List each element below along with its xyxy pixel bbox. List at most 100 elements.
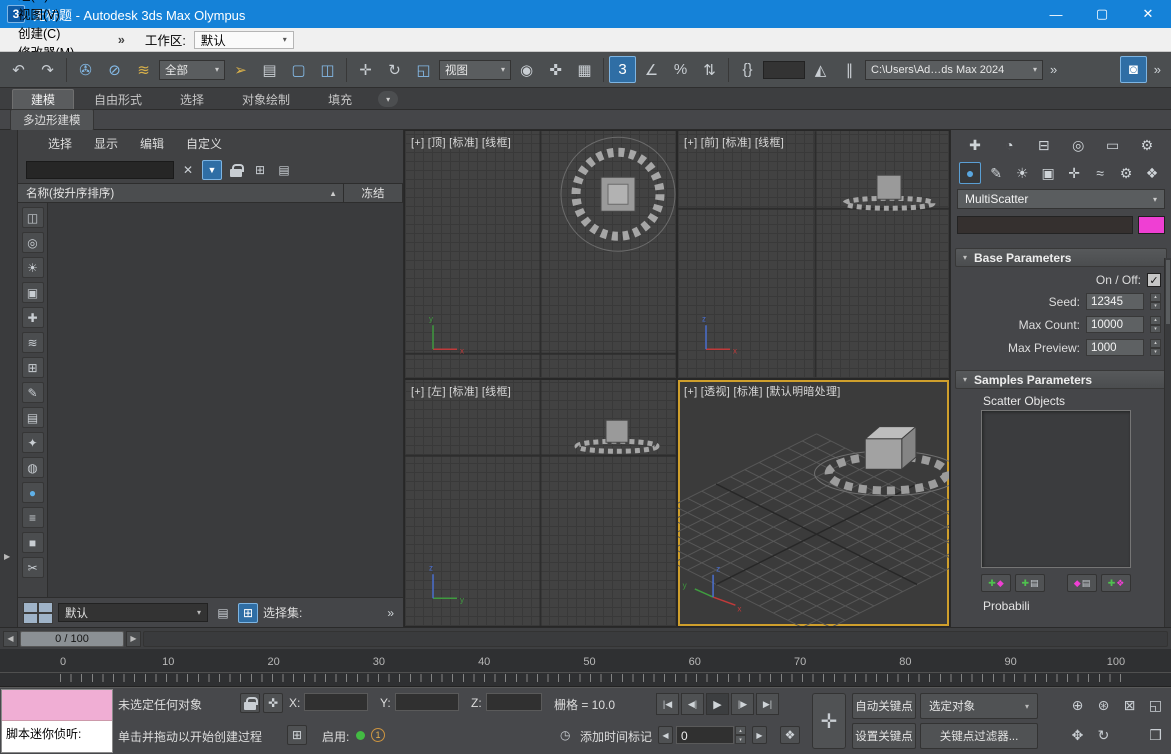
menu-overflow-icon[interactable]: » <box>108 33 135 47</box>
create-category-icon[interactable]: ≈ <box>1089 162 1111 184</box>
absolute-mode-icon[interactable]: ✜ <box>263 693 283 713</box>
viewport-front[interactable]: [+] [前] [标准] [线框] x z <box>678 131 949 378</box>
filter-funnel-icon[interactable]: ▼ <box>202 160 222 180</box>
toolbar-overflow-icon[interactable]: » <box>1045 62 1062 77</box>
ribbon-tab[interactable]: 对象绘制 <box>224 89 308 109</box>
viewport-left-canvas[interactable]: y z <box>405 380 676 627</box>
explorer-filter-icon[interactable]: ✚ <box>22 307 44 328</box>
scatter-options-button[interactable]: ✚❖ <box>1101 574 1131 592</box>
orbit-icon[interactable]: ↻ <box>1091 721 1116 750</box>
maximize-button[interactable]: ▢ <box>1079 0 1125 28</box>
sort-ascending-icon[interactable]: ▲ <box>323 189 343 198</box>
set-keys-button[interactable]: ✛ <box>812 693 846 749</box>
add-time-tag[interactable]: 添加时间标记 <box>580 728 652 745</box>
max-count-spinner[interactable]: ▴▾ <box>1150 316 1161 333</box>
ribbon-tab[interactable]: 建模 <box>12 89 74 109</box>
frozen-column-header[interactable]: 冻结 <box>344 185 402 201</box>
create-category-icon[interactable]: ❖ <box>1141 162 1163 184</box>
explorer-filter-icon[interactable]: ✂ <box>22 557 44 578</box>
select-link-icon[interactable]: ✇ <box>72 56 99 83</box>
viewport-perspective[interactable]: [+] [透视] [标准] [默认明暗处理] x <box>678 380 949 627</box>
current-frame-field[interactable]: 0 <box>676 726 734 744</box>
named-selection-sets-icon[interactable]: {} <box>734 56 761 83</box>
explorer-filter-icon[interactable]: ☀ <box>22 257 44 278</box>
viewport-left[interactable]: [+] [左] [标准] [线框] y z <box>405 380 676 627</box>
close-button[interactable]: ✕ <box>1125 0 1171 28</box>
y-coordinate-field[interactable] <box>395 693 459 711</box>
mirror-icon[interactable]: ◭ <box>807 56 834 83</box>
select-manipulate-icon[interactable]: ✜ <box>542 56 569 83</box>
ribbon-tab[interactable]: 填充 <box>310 89 370 109</box>
selection-set-dropdown[interactable]: 默认 ▾ <box>58 603 208 622</box>
spinner-snap-icon[interactable]: ⇅ <box>696 56 723 83</box>
set-key-button[interactable]: 设置关键点 <box>852 723 916 749</box>
object-name-field[interactable] <box>957 216 1133 234</box>
explorer-filter-icon[interactable]: ■ <box>22 532 44 553</box>
percent-snap-icon[interactable]: % <box>667 56 694 83</box>
previous-frame-icon[interactable]: ◀| <box>681 693 704 715</box>
frame-back-icon[interactable]: ◀ <box>658 726 673 744</box>
object-type-dropdown[interactable]: MultiScatter ▾ <box>957 189 1165 209</box>
notification-badge[interactable]: 1 <box>371 728 385 742</box>
key-filter-target-dropdown[interactable]: 选定对象 ▾ <box>920 693 1038 719</box>
layers-icon[interactable]: ▤ <box>213 603 233 623</box>
ribbon-panel-polymodeling[interactable]: 多边形建模 <box>10 109 94 131</box>
menu-item[interactable]: 视图(V) <box>8 4 108 23</box>
named-selection-combo[interactable] <box>763 61 805 79</box>
track-bar[interactable]: 0102030405060708090100 <box>0 649 1171 687</box>
explorer-filter-icon[interactable]: ◍ <box>22 457 44 478</box>
x-coordinate-field[interactable] <box>304 693 368 711</box>
minimize-button[interactable]: — <box>1033 0 1079 28</box>
next-frame-icon[interactable]: |▶ <box>731 693 754 715</box>
rollout-base-parameters[interactable]: ▾ Base Parameters <box>955 248 1167 267</box>
max-preview-spinner[interactable]: ▴▾ <box>1150 339 1161 356</box>
search-input[interactable] <box>26 161 174 179</box>
isolate-selection-icon[interactable]: ⊞ <box>287 725 307 745</box>
select-object-icon[interactable]: ➢ <box>227 56 254 83</box>
reference-coordinate-dropdown[interactable]: 视图 ▾ <box>439 60 511 80</box>
time-next-icon[interactable]: ▶ <box>126 631 141 647</box>
pan-icon[interactable]: ✥ <box>1065 721 1090 750</box>
time-prev-icon[interactable]: ◀ <box>3 631 18 647</box>
on-off-checkbox[interactable]: ✓ <box>1147 273 1161 287</box>
command-panel-tab-icon[interactable]: ◔ <box>997 134 1021 156</box>
maximize-viewport-icon[interactable]: ❒ <box>1143 721 1168 750</box>
select-scale-icon[interactable]: ◱ <box>410 56 437 83</box>
select-rotate-icon[interactable]: ↻ <box>381 56 408 83</box>
macro-recorder-line[interactable] <box>2 690 112 721</box>
maxscript-mini-listener[interactable]: 脚本迷你侦听: <box>1 689 113 753</box>
create-category-icon[interactable]: ⚙ <box>1115 162 1137 184</box>
explorer-menu-item[interactable]: 编辑 <box>129 137 175 151</box>
explorer-filter-icon[interactable]: ▣ <box>22 282 44 303</box>
viewport-label[interactable]: [+] [前] [标准] [线框] <box>684 134 784 150</box>
menu-item[interactable]: 创建(C) <box>8 23 108 42</box>
scatter-objects-listbox[interactable] <box>981 410 1131 568</box>
create-category-icon[interactable]: ☀ <box>1011 162 1033 184</box>
explorer-menu-item[interactable]: 显示 <box>83 137 129 151</box>
add-by-list-button[interactable]: ✚▤ <box>1015 574 1045 592</box>
project-folder-dropdown[interactable]: C:\Users\Ad…ds Max 2024 ▾ <box>865 60 1043 80</box>
ribbon-tab[interactable]: 选择 <box>162 89 222 109</box>
explorer-filter-icon[interactable]: ◎ <box>22 232 44 253</box>
keyboard-override-icon[interactable]: ▦ <box>571 56 598 83</box>
explorer-menu-item[interactable]: 选择 <box>37 137 83 151</box>
clear-search-icon[interactable]: ✕ <box>178 160 198 180</box>
explorer-filter-icon[interactable]: ◫ <box>22 207 44 228</box>
name-column-header[interactable]: 名称(按升序排序) <box>18 185 323 201</box>
scene-explorer-toggle-icon[interactable]: ⊞ <box>238 603 258 623</box>
frame-forward-icon[interactable]: ▶ <box>752 726 767 744</box>
selection-filter-dropdown[interactable]: 全部 ▾ <box>159 60 225 80</box>
explorer-filter-icon[interactable]: ✦ <box>22 432 44 453</box>
explorer-filter-icon[interactable]: ≡ <box>22 507 44 528</box>
align-icon[interactable]: ∥ <box>836 56 863 83</box>
time-slider-track[interactable] <box>143 631 1168 647</box>
unlink-icon[interactable]: ⊘ <box>101 56 128 83</box>
pick-list-icon[interactable]: ▤ <box>274 160 294 180</box>
explorer-list[interactable]: ◫◎☀▣✚≋⊞✎▤✦◍●≡■✂ <box>18 203 403 597</box>
explorer-filter-icon[interactable]: ● <box>22 482 44 503</box>
auto-key-button[interactable]: 自动关键点 <box>852 693 916 719</box>
max-preview-field[interactable]: 1000 <box>1086 339 1144 356</box>
select-move-icon[interactable]: ✛ <box>352 56 379 83</box>
seed-field[interactable]: 12345 <box>1086 293 1144 310</box>
max-count-field[interactable]: 10000 <box>1086 316 1144 333</box>
